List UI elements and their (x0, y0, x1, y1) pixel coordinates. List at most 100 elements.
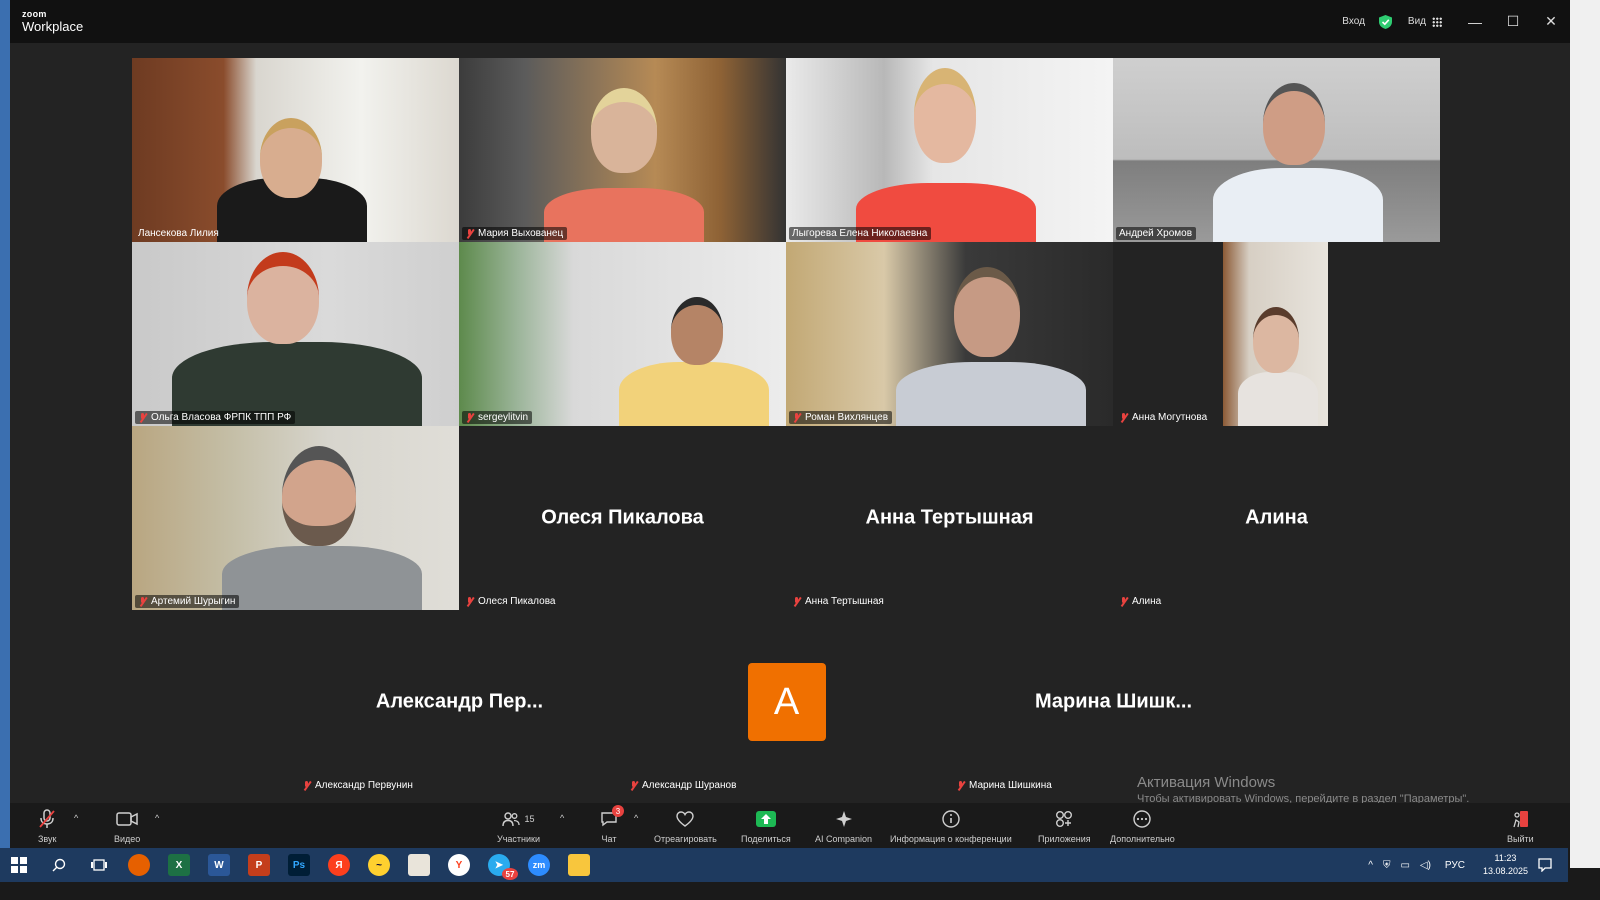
heart-icon (676, 811, 695, 827)
start-icon[interactable] (8, 854, 30, 876)
participant-display-name: Марина Шишк... (1034, 690, 1193, 713)
video-tile[interactable]: Артемий Шурыгин (132, 426, 459, 610)
video-tile[interactable]: Анна Могутнова (1113, 242, 1440, 426)
participants-options-caret[interactable]: ^ (560, 813, 564, 823)
video-tile[interactable]: sergeylitvin (459, 242, 786, 426)
muted-icon (138, 596, 147, 607)
search-icon[interactable] (48, 854, 70, 876)
miro-icon[interactable]: ~ (368, 854, 390, 876)
video-tile-off[interactable]: Александр Пер... Александр Первунин (296, 610, 623, 794)
clock[interactable]: 11:23 13.08.2025 (1483, 852, 1528, 878)
taskview-icon[interactable] (88, 854, 110, 876)
participant-name: Алина (1116, 595, 1165, 608)
video-tile-active-speaker[interactable]: Андрей Хромов (1113, 58, 1440, 242)
tray-chevron-icon[interactable]: ^ (1368, 860, 1373, 871)
calendar-icon[interactable] (408, 854, 430, 876)
participant-name: Андрей Хромов (1116, 227, 1197, 240)
minimize-button[interactable]: — (1456, 0, 1494, 43)
participant-name: sergeylitvin (462, 411, 533, 424)
powerpoint-icon[interactable]: P (248, 854, 270, 876)
telegram-icon[interactable]: ➤ 57 (488, 854, 518, 880)
video-tile[interactable]: Лансекова Лилия (132, 58, 459, 242)
muted-icon (629, 780, 638, 791)
chat-options-caret[interactable]: ^ (634, 813, 638, 823)
participant-display-name: Анна Тертышная (865, 506, 1034, 529)
zoom-window: zoom Workplace Вход Вид — ☐ ✕ Лансекова … (10, 0, 1570, 868)
audio-options-caret[interactable]: ^ (74, 813, 78, 823)
grid-icon (1432, 16, 1442, 27)
video-tile[interactable]: Ольга Власова ФРПК ТПП РФ (132, 242, 459, 426)
ai-companion-button[interactable]: AI Companion (815, 808, 872, 844)
security-tray-icon[interactable]: ⛨ (1383, 860, 1391, 871)
yandex-icon[interactable]: Я (328, 854, 350, 876)
share-button[interactable]: Поделиться (741, 808, 791, 844)
participant-name: Ольга Власова ФРПК ТПП РФ (135, 411, 296, 424)
apps-icon (1056, 811, 1073, 827)
word-icon[interactable]: W (208, 854, 230, 876)
audio-button[interactable]: Звук (38, 808, 56, 844)
avatar: А (747, 663, 826, 741)
muted-icon (465, 596, 474, 607)
video-tile[interactable]: Роман Вихлянцев (786, 242, 1113, 426)
shield-icon[interactable] (1378, 14, 1392, 29)
chat-button[interactable]: 3 Чат (600, 805, 624, 844)
participant-name: Александр Первунин (299, 779, 417, 792)
view-button[interactable]: Вид (1408, 16, 1442, 27)
zoom-logo: zoom Workplace (22, 9, 84, 34)
maximize-button[interactable]: ☐ (1494, 0, 1532, 43)
video-tile-off[interactable]: Марина Шишк... Марина Шишкина (950, 610, 1277, 794)
participant-name: Анна Тертышная (789, 595, 888, 608)
apps-button[interactable]: Приложения (1038, 808, 1091, 844)
video-tile-off[interactable]: Алина Алина (1113, 426, 1440, 610)
video-tile[interactable]: Мария Выхованец (459, 58, 786, 242)
close-window-button[interactable]: ✕ (1532, 0, 1570, 43)
gallery-view: Лансекова Лилия Мария Выхованец Лыгорева… (10, 43, 1570, 803)
system-tray: ^ ⛨ ▭ ◁) РУС 11:23 13.08.2025 (1368, 852, 1528, 878)
muted-icon (302, 780, 311, 791)
leave-button[interactable]: Выйти (1507, 808, 1534, 844)
desktop-edge-right (1570, 0, 1600, 868)
react-button[interactable]: Отреагировать (654, 808, 717, 844)
participants-icon (502, 812, 521, 827)
leave-icon (1513, 811, 1529, 828)
language-indicator[interactable]: РУС (1445, 860, 1465, 871)
muted-icon (138, 412, 147, 423)
network-icon[interactable]: ▭ (1400, 860, 1409, 871)
video-tile[interactable]: Лыгорева Елена Николаевна (786, 58, 1113, 242)
video-button[interactable]: Видео (114, 808, 140, 844)
participant-display-name: Олеся Пикалова (541, 506, 704, 529)
volume-icon[interactable]: ◁) (1420, 860, 1431, 871)
meeting-info-button[interactable]: Информация о конференции (890, 808, 1012, 844)
video-tile-off[interactable]: Олеся Пикалова Олеся Пикалова (459, 426, 786, 610)
zoom-icon[interactable]: zm (528, 854, 550, 876)
muted-icon (956, 780, 965, 791)
chat-unread-badge: 3 (612, 805, 624, 817)
excel-icon[interactable]: X (168, 854, 190, 876)
participant-name: Лансекова Лилия (138, 228, 219, 239)
explorer-icon[interactable] (568, 854, 590, 876)
share-screen-icon (755, 811, 776, 827)
video-tile-off[interactable]: А Александр Шуранов (623, 610, 950, 794)
participant-name: Александр Шуранов (626, 779, 740, 792)
video-options-caret[interactable]: ^ (155, 813, 159, 823)
participant-display-name: Алина (1245, 506, 1308, 529)
photoshop-icon[interactable]: Ps (288, 854, 310, 876)
firefox-icon[interactable] (128, 854, 150, 876)
meeting-toolbar: Звук ^ Видео ^ 15 Участники ^ 3 Чат ^ От… (10, 803, 1570, 853)
participant-display-name: Александр Пер... (375, 690, 544, 713)
windows-activation-watermark: Активация Windows Чтобы активировать Win… (1137, 774, 1470, 805)
notifications-icon[interactable] (1534, 854, 1556, 876)
yandex-browser-icon[interactable]: Y (448, 854, 470, 876)
participants-button[interactable]: 15 Участники (497, 808, 540, 844)
signin-button[interactable]: Вход (1342, 16, 1365, 27)
windows-taskbar: X W P Ps Я ~ Y ➤ 57 zm ^ ⛨ ▭ ◁) РУС 11:23… (0, 848, 1568, 882)
participant-name: Лыгорева Елена Николаевна (789, 227, 932, 240)
video-tile-off[interactable]: Анна Тертышная Анна Тертышная (786, 426, 1113, 610)
participant-name: Анна Могутнова (1116, 411, 1211, 424)
muted-icon (1119, 412, 1128, 423)
desktop-edge-left (0, 0, 10, 868)
screen: zoom Workplace Вход Вид — ☐ ✕ Лансекова … (0, 0, 1600, 900)
muted-icon (465, 412, 474, 423)
more-button[interactable]: Дополнительно (1110, 808, 1175, 844)
muted-icon (1119, 596, 1128, 607)
